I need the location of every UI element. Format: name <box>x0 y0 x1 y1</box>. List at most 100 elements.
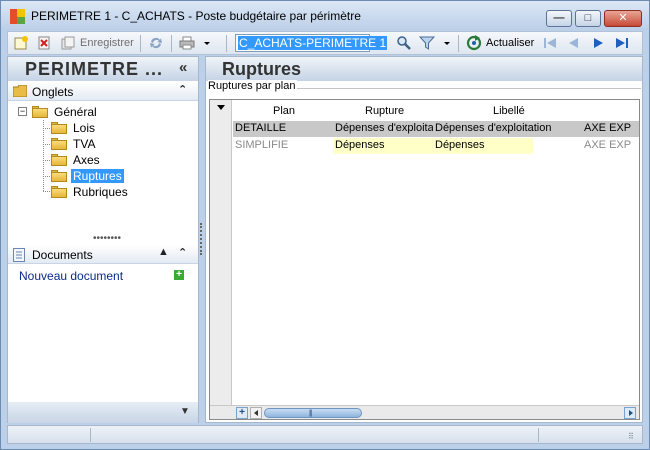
search-icon[interactable] <box>396 35 412 51</box>
status-separator <box>538 428 539 442</box>
scroll-left-button[interactable] <box>250 407 262 419</box>
window-title: PERIMETRE 1 - C_ACHATS - Poste budgétair… <box>31 9 361 23</box>
column-header-libelle[interactable]: Libellé <box>493 105 525 117</box>
save-icon[interactable] <box>60 35 76 51</box>
maximize-button[interactable]: □ <box>575 10 601 27</box>
minimize-button[interactable]: — <box>546 10 572 27</box>
open-folder-icon <box>51 169 67 182</box>
first-record-icon[interactable] <box>542 35 558 51</box>
page-title: Ruptures <box>222 59 302 79</box>
application-window: PERIMETRE 1 - C_ACHATS - Poste budgétair… <box>0 0 650 450</box>
column-header-rupture[interactable]: Rupture <box>365 105 404 117</box>
row-indicator-column <box>210 100 232 405</box>
horizontal-scrollbar[interactable]: + ||| <box>210 405 639 419</box>
navigation-title: PERIMETRE ... <box>25 59 164 79</box>
filter-icon[interactable] <box>419 35 435 51</box>
search-input[interactable]: C_ACHATS-PERIMETRE 1 <box>235 34 388 52</box>
resize-grip-icon[interactable]: ⠿ <box>628 432 634 441</box>
add-row-button[interactable]: + <box>236 407 248 419</box>
tree-item-rubriques[interactable]: Rubriques <box>51 184 130 200</box>
group-label: Ruptures par plan <box>208 80 298 92</box>
new-document-link[interactable]: Nouveau document <box>19 269 123 283</box>
title-bar[interactable]: PERIMETRE 1 - C_ACHATS - Poste budgétair… <box>1 1 649 30</box>
close-button[interactable]: ✕ <box>604 10 642 27</box>
navigation-footer: ▼ <box>8 402 198 423</box>
main-toolbar: Enregistrer C_ACHATS-PERIMETRE 1 Actuali… <box>7 31 643 55</box>
cell-axe[interactable]: AXE EXP <box>584 138 639 153</box>
cell-axe[interactable]: AXE EXP <box>584 121 639 136</box>
tree-item-label: Lois <box>73 120 96 135</box>
new-record-icon[interactable] <box>13 35 29 51</box>
status-bar: ⠿ <box>7 425 643 444</box>
documents-section-label: Documents <box>32 248 93 262</box>
column-menu-icon[interactable] <box>217 105 225 110</box>
save-button[interactable]: Enregistrer <box>80 37 134 49</box>
collapse-panel-icon[interactable]: « <box>179 59 187 76</box>
tree-item-label: Rubriques <box>73 184 128 199</box>
scroll-right-button[interactable] <box>624 407 636 419</box>
column-header-plan[interactable]: Plan <box>273 105 295 117</box>
tree-item-label: Axes <box>73 152 100 167</box>
tree-item-lois[interactable]: Lois <box>51 120 97 136</box>
cell-libelle[interactable]: Dépenses d'exploitation <box>435 121 583 136</box>
content-header: Ruptures <box>206 57 642 81</box>
tree-item-general[interactable]: Général <box>32 104 99 120</box>
folder-icon <box>12 84 28 98</box>
tabs-section-label: Onglets <box>32 85 74 99</box>
tree-item-ruptures[interactable]: Ruptures <box>51 168 124 184</box>
navigation-panel: PERIMETRE ... « Onglets ⌃ − Général Lois… <box>7 56 199 423</box>
ruptures-grid[interactable]: Plan Rupture Libellé DETAILLE Dépenses d… <box>209 99 640 420</box>
tree-connector <box>43 120 44 191</box>
scrollbar-grip: ||| <box>309 410 313 417</box>
move-up-icon[interactable]: ▲ <box>158 246 169 258</box>
cell-libelle[interactable]: Dépenses <box>435 138 583 153</box>
search-input-value: C_ACHATS-PERIMETRE 1 <box>238 36 388 50</box>
expand-down-icon[interactable]: ▼ <box>180 406 190 417</box>
cell-rupture[interactable]: Dépenses d'exploita <box>335 121 433 136</box>
refresh-button[interactable]: Actualiser <box>486 37 534 49</box>
folder-icon <box>51 121 67 134</box>
group-divider <box>292 88 641 89</box>
previous-record-icon[interactable] <box>566 35 582 51</box>
tree-item-axes[interactable]: Axes <box>51 152 102 168</box>
folder-icon <box>51 153 67 166</box>
filter-dropdown-icon[interactable] <box>442 35 452 51</box>
toolbar-separator <box>140 35 141 52</box>
collapse-section-icon[interactable]: ⌃ <box>178 83 187 96</box>
next-record-icon[interactable] <box>590 35 606 51</box>
cell-plan[interactable]: SIMPLIFIE <box>235 138 330 153</box>
document-icon <box>13 248 27 262</box>
tree-item-label: TVA <box>73 136 96 151</box>
cell-plan[interactable]: DETAILLE <box>235 121 330 136</box>
vertical-splitter-handle[interactable] <box>200 223 202 255</box>
refresh-icon[interactable] <box>466 35 482 51</box>
status-separator <box>90 428 91 442</box>
add-document-icon[interactable]: + <box>174 270 184 280</box>
tree-item-label-selected: Ruptures <box>71 168 124 183</box>
folder-icon <box>51 185 67 198</box>
collapse-section-icon[interactable]: ⌃ <box>178 246 187 259</box>
close-icon: ✕ <box>618 12 628 24</box>
cell-rupture[interactable]: Dépenses <box>335 138 433 153</box>
delete-icon[interactable] <box>36 35 52 51</box>
documents-section-header[interactable]: Documents ▲ ⌃ <box>8 245 198 264</box>
print-icon[interactable] <box>179 35 195 51</box>
tree-item-tva[interactable]: TVA <box>51 136 97 152</box>
print-dropdown-icon[interactable] <box>202 35 212 51</box>
tree-item-label: Général <box>54 104 97 119</box>
maximize-icon: □ <box>584 12 592 24</box>
horizontal-splitter-handle[interactable]: •••••••• <box>93 233 121 244</box>
navigation-header: PERIMETRE ... « <box>8 57 198 81</box>
folder-icon <box>51 137 67 150</box>
sync-icon[interactable] <box>148 35 164 51</box>
tree-collapse-toggle[interactable]: − <box>18 107 27 116</box>
folder-icon <box>32 105 48 118</box>
app-logo-icon <box>10 9 25 24</box>
last-record-icon[interactable] <box>614 35 630 51</box>
tabs-section-header[interactable]: Onglets ⌃ <box>8 82 198 101</box>
content-panel: Ruptures Ruptures par plan Plan Rupture … <box>205 56 643 423</box>
toolbar-separator <box>458 35 459 52</box>
toolbar-separator <box>226 35 227 52</box>
scrollbar-thumb[interactable]: ||| <box>264 408 362 418</box>
toolbar-separator <box>171 35 172 52</box>
